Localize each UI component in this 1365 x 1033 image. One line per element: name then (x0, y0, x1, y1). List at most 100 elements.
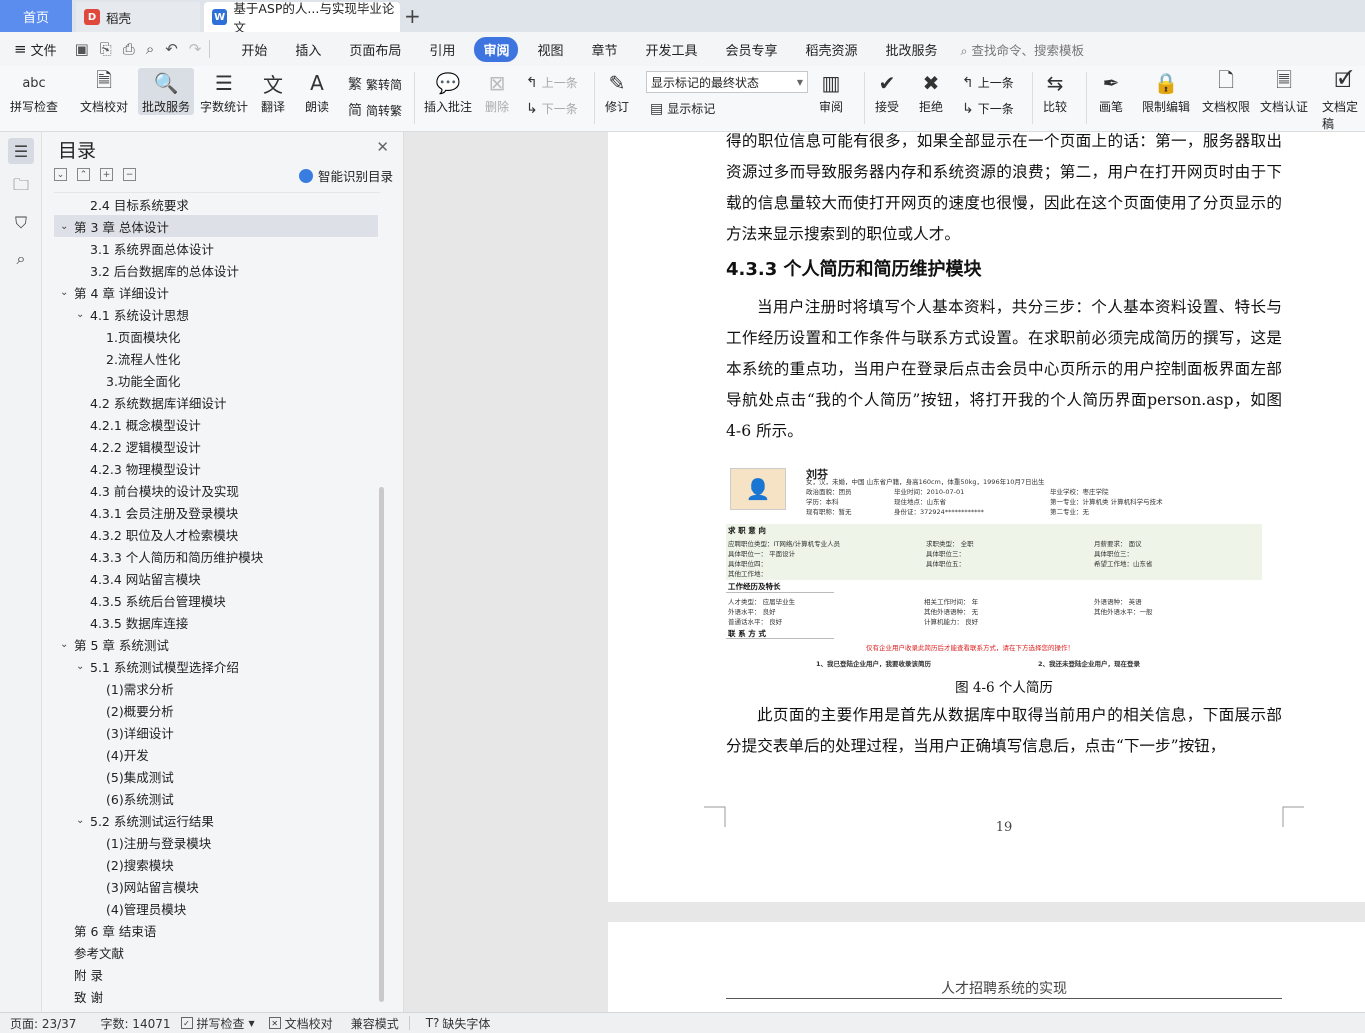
chapter-nav-icon[interactable]: 🗀 (8, 174, 34, 200)
restrict-edit-button[interactable]: 🔒 限制编辑 (1142, 68, 1190, 115)
print-icon[interactable]: ⎙ (123, 40, 135, 58)
toc-item[interactable]: (6)系统测试 (54, 787, 378, 809)
toc-item[interactable]: 附 录 (54, 963, 378, 985)
toc-item[interactable]: (2)概要分析 (54, 699, 378, 721)
tab-docer[interactable]: D 稻壳 (76, 2, 200, 32)
review-pane-button[interactable]: ▥ 审阅 (816, 68, 846, 115)
file-menu[interactable]: ≡ 文件 (14, 40, 57, 59)
toc-item[interactable]: 2.流程人性化 (54, 347, 378, 369)
new-tab-icon[interactable]: + (404, 4, 421, 28)
chevron-down-icon[interactable]: ⌄ (76, 815, 84, 826)
doc-permission-button[interactable]: 🗋 文档权限 (1202, 68, 1250, 115)
toc-item[interactable]: ⌄ 第 3 章 总体设计 (54, 215, 378, 237)
menu-tab-5[interactable]: 视图 (528, 37, 572, 62)
toc-item[interactable]: 4.3.5 数据库连接 (54, 611, 378, 633)
smart-toc-button[interactable]: 智能识别目录 (298, 166, 393, 185)
toc-item[interactable]: (4)开发 (54, 743, 378, 765)
toc-item[interactable]: (1)需求分析 (54, 677, 378, 699)
toc-item[interactable]: 4.2 系统数据库详细设计 (54, 391, 378, 413)
remove-heading-icon[interactable]: − (123, 168, 136, 181)
doc-check-button[interactable]: 🗎 文档校对 (80, 68, 128, 115)
read-aloud-button[interactable]: A 朗读 (302, 68, 332, 115)
menu-tab-4[interactable]: 审阅 (474, 36, 519, 62)
chevron-down-icon[interactable]: ⌄ (60, 221, 68, 232)
export-pdf-icon[interactable]: ⎘ (100, 40, 112, 58)
menu-tab-3[interactable]: 引用 (420, 37, 464, 62)
pen-button[interactable]: ✒ 画笔 (1096, 68, 1126, 115)
toc-item[interactable]: 第 6 章 结束语 (54, 919, 378, 941)
menu-tab-8[interactable]: 会员专享 (717, 37, 787, 62)
chevron-down-icon[interactable]: ⌄ (60, 287, 68, 298)
chevron-down-icon[interactable]: ⌄ (76, 661, 84, 672)
menu-tab-1[interactable]: 插入 (286, 37, 330, 62)
command-search[interactable]: ⌕ 查找命令、搜索模板 (961, 40, 1085, 59)
toc-item[interactable]: 3.2 后台数据库的总体设计 (54, 259, 378, 281)
toc-item[interactable]: 4.2.1 概念模型设计 (54, 413, 378, 435)
toc-item[interactable]: ⌄ 5.1 系统测试模型选择介绍 (54, 655, 378, 677)
toc-item[interactable]: (3)网站留言模块 (54, 875, 378, 897)
toc-panel-icon[interactable]: ☰ (8, 138, 34, 164)
status-spell-check[interactable]: ✓ 拼写检查 ▼ (180, 1015, 255, 1032)
spell-check-button[interactable]: abc 拼写检查 (10, 68, 58, 115)
status-doc-check[interactable]: ✕ 文档校对 (268, 1015, 333, 1032)
toc-item[interactable]: 4.3 前台模块的设计及实现 (54, 479, 378, 501)
doc-auth-button[interactable]: 🗏 文档认证 (1260, 68, 1308, 115)
menu-tab-7[interactable]: 开发工具 (636, 37, 706, 62)
markup-mode-select[interactable]: 显示标记的最终状态 ▼ (646, 71, 808, 93)
toc-item[interactable]: 4.3.1 会员注册及登录模块 (54, 501, 378, 523)
compare-button[interactable]: ⇆ 比较 (1040, 68, 1070, 115)
save-icon[interactable]: ▣ (75, 40, 89, 58)
trad-to-simp-button[interactable]: 繁繁转简 (348, 74, 402, 94)
toc-item[interactable]: (5)集成测试 (54, 765, 378, 787)
bookmark-icon[interactable]: ⛉ (8, 210, 34, 236)
collapse-all-icon[interactable]: ⌄ (54, 168, 67, 181)
toc-item[interactable]: ⌄ 5.2 系统测试运行结果 (54, 809, 378, 831)
show-markup-button[interactable]: ▤ 显示标记 (650, 100, 715, 117)
word-count[interactable]: 字数: 14071 (100, 1015, 170, 1032)
toc-item[interactable]: ⌄ 4.1 系统设计思想 (54, 303, 378, 325)
toc-item[interactable]: (3)详细设计 (54, 721, 378, 743)
word-count-button[interactable]: ☰ 字数统计 (200, 68, 248, 115)
print-preview-icon[interactable]: ⌕ (146, 40, 154, 58)
search-icon[interactable]: ⌕ (8, 246, 34, 272)
revise-button[interactable]: ✎ 修订 (602, 68, 632, 115)
accept-button[interactable]: ✔ 接受 (872, 68, 902, 115)
missing-font-button[interactable]: T? 缺失字体 (426, 1015, 491, 1032)
redo-icon[interactable]: ↷ (189, 40, 202, 58)
chevron-down-icon[interactable]: ⌄ (76, 309, 84, 320)
toc-item[interactable]: 4.3.3 个人简历和简历维护模块 (54, 545, 378, 567)
tab-home[interactable]: 首页 (0, 0, 72, 32)
toc-item[interactable]: 4.3.2 职位及人才检索模块 (54, 523, 378, 545)
simp-to-trad-button[interactable]: 简简转繁 (348, 100, 402, 120)
next-comment-button[interactable]: ↳ 下一条 (526, 100, 578, 117)
doc-final-button[interactable]: 🗹 文档定稿 (1322, 68, 1365, 132)
toc-item[interactable]: 4.2.2 逻辑模型设计 (54, 435, 378, 457)
next-change-button[interactable]: ↳ 下一条 (962, 100, 1014, 117)
tab-document[interactable]: W 基于ASP的人...与实现毕业论文 (204, 1, 400, 35)
add-heading-icon[interactable]: + (100, 168, 113, 181)
toc-item[interactable]: ⌄ 第 4 章 详细设计 (54, 281, 378, 303)
review-service-button[interactable]: 🔍 批改服务 (138, 68, 194, 115)
toc-scrollbar[interactable] (379, 487, 384, 1002)
toc-item[interactable]: ⌄ 第 5 章 系统测试 (54, 633, 378, 655)
toc-item[interactable]: 致 谢 (54, 985, 378, 1007)
toc-item[interactable]: 参考文献 (54, 941, 378, 963)
prev-change-button[interactable]: ↰ 上一条 (962, 74, 1014, 91)
reject-button[interactable]: ✖ 拒绝 (916, 68, 946, 115)
menu-tab-9[interactable]: 稻壳资源 (797, 37, 867, 62)
close-icon[interactable]: ✕ (376, 138, 389, 156)
undo-icon[interactable]: ↶ (165, 40, 178, 58)
toc-item[interactable]: 3.功能全面化 (54, 369, 378, 391)
menu-tab-6[interactable]: 章节 (582, 37, 626, 62)
prev-comment-button[interactable]: ↰ 上一条 (526, 74, 578, 91)
toc-item[interactable]: 3.1 系统界面总体设计 (54, 237, 378, 259)
page-count[interactable]: 页面: 23/37 (10, 1015, 76, 1032)
toc-item[interactable]: 4.2.3 物理模型设计 (54, 457, 378, 479)
toc-item[interactable]: (4)管理员模块 (54, 897, 378, 919)
menu-tab-0[interactable]: 开始 (232, 37, 276, 62)
delete-comment-button[interactable]: ⊠ 删除 (482, 68, 512, 115)
chevron-down-icon[interactable]: ⌄ (60, 639, 68, 650)
toc-item[interactable]: (1)注册与登录模块 (54, 831, 378, 853)
toc-item[interactable]: 4.3.5 系统后台管理模块 (54, 589, 378, 611)
expand-up-icon[interactable]: ⌃ (77, 168, 90, 181)
